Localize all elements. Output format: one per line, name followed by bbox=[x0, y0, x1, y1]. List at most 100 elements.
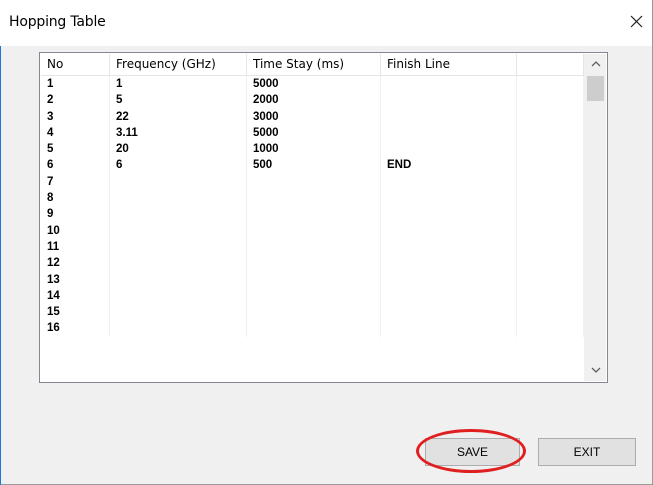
cell-finish-line bbox=[381, 287, 517, 305]
hopping-table-window: Hopping Table No Frequency (GHz) Time St… bbox=[0, 0, 653, 485]
cell-empty bbox=[517, 141, 584, 158]
column-header-no[interactable]: No bbox=[41, 54, 110, 75]
cell-frequency bbox=[110, 271, 247, 288]
cell-frequency: 3.11 bbox=[110, 124, 247, 142]
cell-frequency bbox=[110, 206, 247, 223]
table-row[interactable]: 10 bbox=[41, 222, 606, 239]
cell-time-stay bbox=[247, 255, 381, 272]
cell-finish-line: END bbox=[381, 157, 517, 174]
cell-frequency: 5 bbox=[110, 92, 247, 109]
cell-finish-line bbox=[381, 173, 517, 191]
exit-button[interactable]: EXIT bbox=[538, 438, 636, 466]
cell-empty bbox=[517, 173, 584, 191]
cell-finish-line bbox=[381, 190, 517, 207]
close-button[interactable] bbox=[622, 8, 650, 36]
cell-no: 10 bbox=[41, 222, 110, 239]
scroll-thumb[interactable] bbox=[587, 76, 604, 101]
cell-time-stay bbox=[247, 287, 381, 305]
cell-empty bbox=[517, 124, 584, 142]
table-row[interactable]: 12 bbox=[41, 255, 606, 272]
cell-finish-line bbox=[381, 222, 517, 239]
cell-empty bbox=[517, 222, 584, 239]
scroll-up-button[interactable] bbox=[585, 54, 606, 75]
column-header-empty[interactable] bbox=[517, 54, 584, 75]
cell-no: 3 bbox=[41, 108, 110, 125]
save-button[interactable]: SAVE bbox=[425, 438, 520, 466]
cell-time-stay bbox=[247, 222, 381, 239]
cell-time-stay: 500 bbox=[247, 157, 381, 174]
cell-frequency: 6 bbox=[110, 157, 247, 174]
cell-frequency bbox=[110, 304, 247, 321]
table-row[interactable]: 5 20 1000 bbox=[41, 141, 606, 158]
table-row[interactable]: 4 3.11 5000 bbox=[41, 124, 606, 142]
list-rows: 1 1 5000 2 5 2000 3 22 3000 4 3.11 5000 5 20 1000 6 6 500… bbox=[41, 76, 606, 337]
cell-frequency: 1 bbox=[110, 76, 247, 93]
cell-empty bbox=[517, 304, 584, 321]
cell-time-stay: 2000 bbox=[247, 92, 381, 109]
cell-empty bbox=[517, 238, 584, 256]
cell-empty bbox=[517, 255, 584, 272]
cell-time-stay: 3000 bbox=[247, 108, 381, 125]
table-row[interactable]: 15 bbox=[41, 304, 606, 321]
cell-empty bbox=[517, 190, 584, 207]
cell-empty bbox=[517, 76, 584, 93]
cell-finish-line bbox=[381, 76, 517, 93]
column-header-finish-line[interactable]: Finish Line bbox=[381, 54, 517, 75]
chevron-up-icon bbox=[591, 61, 600, 67]
chevron-down-icon bbox=[591, 367, 600, 373]
cell-time-stay: 5000 bbox=[247, 124, 381, 142]
column-header-frequency[interactable]: Frequency (GHz) bbox=[110, 54, 247, 75]
table-row[interactable]: 6 6 500 END bbox=[41, 157, 606, 174]
table-row[interactable]: 13 bbox=[41, 271, 606, 288]
cell-time-stay bbox=[247, 320, 381, 337]
cell-no: 6 bbox=[41, 157, 110, 174]
cell-no: 7 bbox=[41, 173, 110, 191]
cell-time-stay bbox=[247, 271, 381, 288]
cell-time-stay bbox=[247, 304, 381, 321]
window-title: Hopping Table bbox=[9, 14, 106, 30]
table-row[interactable]: 1 1 5000 bbox=[41, 76, 606, 93]
cell-empty bbox=[517, 287, 584, 305]
cell-no: 12 bbox=[41, 255, 110, 272]
cell-empty bbox=[517, 92, 584, 109]
vertical-scrollbar[interactable] bbox=[584, 54, 606, 381]
cell-finish-line bbox=[381, 320, 517, 337]
cell-frequency bbox=[110, 255, 247, 272]
cell-frequency bbox=[110, 190, 247, 207]
cell-empty bbox=[517, 206, 584, 223]
cell-no: 16 bbox=[41, 320, 110, 337]
column-header-time-stay[interactable]: Time Stay (ms) bbox=[247, 54, 381, 75]
table-row[interactable]: 16 bbox=[41, 320, 606, 337]
cell-finish-line bbox=[381, 304, 517, 321]
cell-empty bbox=[517, 157, 584, 174]
cell-finish-line bbox=[381, 238, 517, 256]
table-row[interactable]: 14 bbox=[41, 287, 606, 305]
title-bar[interactable]: Hopping Table bbox=[0, 0, 652, 46]
cell-no: 13 bbox=[41, 271, 110, 288]
cell-finish-line bbox=[381, 108, 517, 125]
table-row[interactable]: 9 bbox=[41, 206, 606, 223]
cell-finish-line bbox=[381, 271, 517, 288]
table-row[interactable]: 8 bbox=[41, 190, 606, 207]
cell-no: 8 bbox=[41, 190, 110, 207]
cell-time-stay: 1000 bbox=[247, 141, 381, 158]
cell-finish-line bbox=[381, 255, 517, 272]
cell-finish-line bbox=[381, 141, 517, 158]
hopping-list[interactable]: No Frequency (GHz) Time Stay (ms) Finish… bbox=[39, 52, 608, 383]
cell-time-stay bbox=[247, 238, 381, 256]
cell-time-stay bbox=[247, 206, 381, 223]
scroll-down-button[interactable] bbox=[585, 360, 606, 381]
cell-frequency bbox=[110, 320, 247, 337]
cell-finish-line bbox=[381, 92, 517, 109]
cell-frequency: 20 bbox=[110, 141, 247, 158]
table-row[interactable]: 2 5 2000 bbox=[41, 92, 606, 109]
table-row[interactable]: 11 bbox=[41, 238, 606, 256]
cell-no: 11 bbox=[41, 238, 110, 256]
cell-frequency bbox=[110, 173, 247, 191]
cell-empty bbox=[517, 108, 584, 125]
cell-empty bbox=[517, 271, 584, 288]
table-row[interactable]: 7 bbox=[41, 173, 606, 191]
table-row[interactable]: 3 22 3000 bbox=[41, 108, 606, 125]
cell-no: 5 bbox=[41, 141, 110, 158]
cell-no: 1 bbox=[41, 76, 110, 93]
